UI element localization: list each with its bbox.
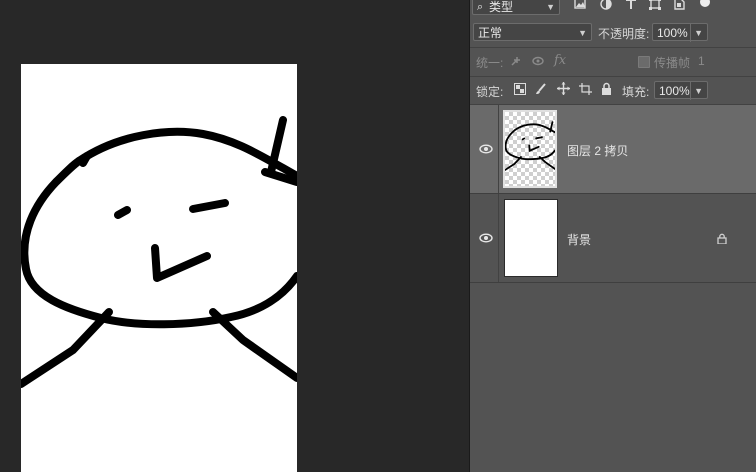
lock-all-icon[interactable] [601, 82, 612, 95]
unify-label: 统一: [476, 56, 504, 70]
chevron-down-icon: ▼ [578, 28, 587, 38]
layer-row-background[interactable]: 背景 [470, 194, 756, 282]
blend-mode-value: 正常 [478, 26, 503, 40]
propagate-checkbox[interactable] [638, 56, 650, 68]
opacity-label: 不透明度: [598, 27, 650, 41]
lock-image-pixels-icon[interactable] [535, 83, 547, 95]
opacity-field[interactable]: 100% ▼ [652, 23, 708, 42]
filter-kind-label: 类型 [489, 0, 514, 14]
filter-toggle-icon[interactable] [698, 0, 712, 11]
smart-object-filter-icon[interactable] [673, 0, 685, 10]
layer-name[interactable]: 背景 [567, 231, 591, 248]
document-canvas[interactable] [21, 64, 297, 472]
layers-panel: ⌕ 类型 ▼ 正常 ▼ 不透明度: 100% ▼ 统一: fx 传播帧 1 锁定… [470, 0, 756, 472]
separator [498, 105, 499, 193]
visibility-eye-icon[interactable] [479, 231, 493, 245]
blend-mode-select[interactable]: 正常 ▼ [473, 23, 592, 41]
canvas-area[interactable] [0, 0, 469, 472]
image-filter-icon[interactable] [574, 0, 586, 10]
type-filter-icon[interactable] [625, 0, 637, 10]
doodle-drawing [21, 116, 297, 388]
chevron-down-icon[interactable]: ▼ [690, 24, 703, 42]
filter-row: ⌕ 类型 ▼ [470, 0, 756, 17]
filter-kind-select[interactable]: ⌕ 类型 ▼ [472, 0, 560, 15]
lock-label: 锁定: [476, 85, 504, 99]
fill-field[interactable]: 100% ▼ [654, 81, 708, 100]
adjustment-filter-icon[interactable] [600, 0, 612, 10]
propagate-label: 传播帧 [654, 56, 691, 70]
fill-value: 100% [659, 84, 690, 98]
layers-empty-area[interactable] [470, 283, 756, 472]
layer-name[interactable]: 图层 2 拷贝 [567, 142, 628, 159]
separator [470, 76, 756, 77]
lock-row: 锁定: 填充: 100% ▼ [470, 79, 756, 101]
visibility-eye-icon[interactable] [479, 142, 493, 156]
lock-icon [717, 233, 727, 244]
lock-transparent-pixels-icon[interactable] [514, 83, 526, 95]
opacity-value: 100% [657, 26, 688, 40]
lock-artboard-icon[interactable] [579, 83, 592, 95]
separator [470, 47, 756, 48]
search-icon: ⌕ [477, 1, 484, 13]
shape-filter-icon[interactable] [649, 0, 661, 10]
chevron-down-icon[interactable]: ▼ [690, 82, 703, 100]
layer-thumbnail-drawing [504, 121, 556, 171]
separator [498, 194, 499, 282]
layer-thumbnail[interactable] [503, 110, 557, 188]
layer-row-layer2-copy[interactable]: 图层 2 拷贝 [470, 105, 756, 193]
chevron-down-icon: ▼ [546, 2, 555, 12]
fill-label: 填充: [622, 85, 650, 99]
propagate-frame-number: 1 [698, 54, 705, 68]
unify-position-icon[interactable] [510, 55, 524, 67]
layer-thumbnail[interactable] [504, 199, 558, 277]
unify-visibility-icon[interactable] [532, 55, 546, 67]
blend-row: 正常 ▼ 不透明度: 100% ▼ [470, 22, 756, 44]
unify-style-icon[interactable]: fx [554, 53, 566, 68]
lock-position-icon[interactable] [557, 82, 570, 95]
unify-row: 统一: fx 传播帧 1 [470, 52, 756, 72]
